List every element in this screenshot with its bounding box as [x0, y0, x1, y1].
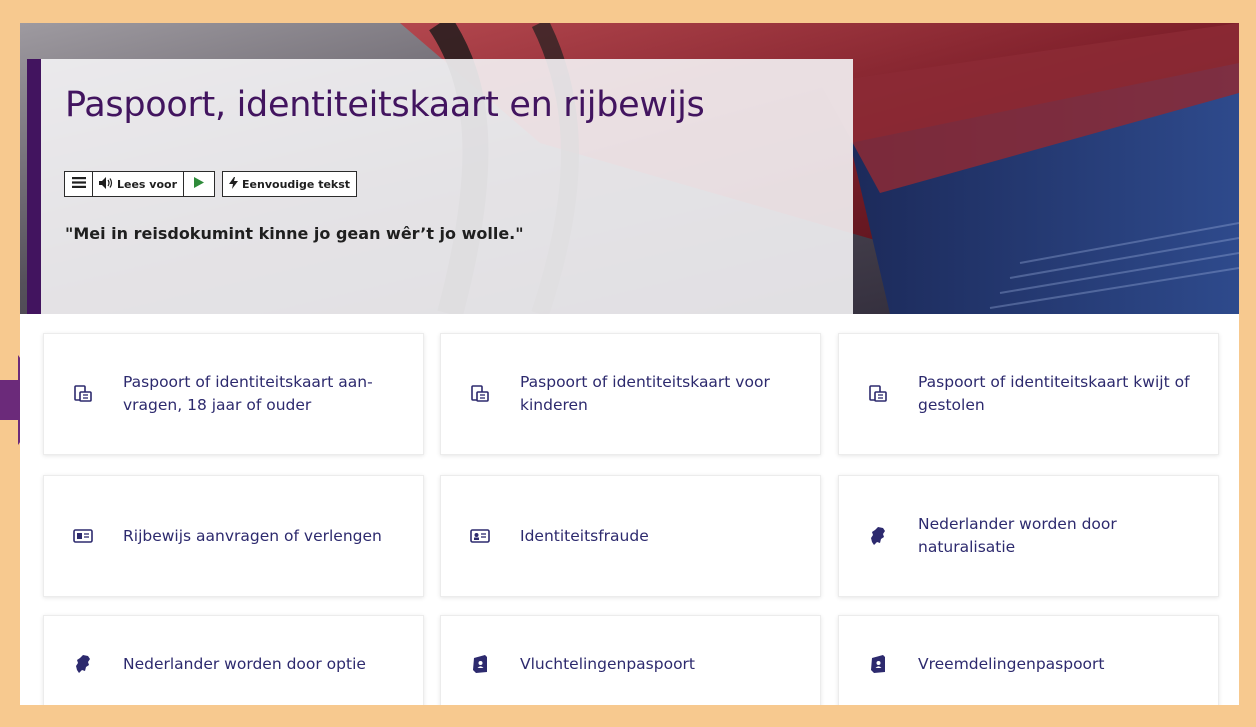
passport-book-icon	[868, 654, 888, 674]
passport-id-icon	[868, 384, 888, 404]
tile-label: Identiteitsfraude	[520, 526, 649, 545]
tile-label: Rijbewijs aanvragen of verlengen	[123, 526, 382, 545]
simple-text-label: Eenvoudige tekst	[242, 177, 351, 191]
tile-label: Nederlander worden door naturalisatie	[918, 515, 1117, 556]
tile-label: Paspoort of identiteitskaart voor kinder…	[520, 373, 770, 414]
readspeaker-toolbar: Lees voor Eenvoudige tekst	[64, 171, 358, 197]
tile-refugee-passport[interactable]: Vluchtelingenpaspoort	[440, 615, 821, 705]
frisian-quote: "Mei in reisdokumint kinne jo gean wêr’t…	[65, 224, 524, 243]
tile-identity-fraud[interactable]: Identiteitsfraude	[440, 475, 821, 597]
hamburger-icon	[71, 177, 86, 191]
read-aloud-button[interactable]: Lees voor	[93, 172, 185, 196]
tile-label: Paspoort of identiteitskaart aan-vragen,…	[123, 373, 373, 414]
page-frame: Paspoort, identiteitskaart en rijbewijs …	[20, 23, 1239, 705]
tile-label: Vreemdelingenpaspoort	[918, 654, 1105, 673]
simple-text-group: Eenvoudige tekst	[222, 171, 358, 197]
passport-id-icon	[73, 384, 93, 404]
tile-label: Nederlander worden door optie	[123, 654, 366, 673]
id-card-icon	[470, 526, 490, 546]
page-title: Paspoort, identiteitskaart en rijbewijs	[65, 85, 705, 125]
tile-passport-id-lost[interactable]: Paspoort of identiteitskaart kwijt of ge…	[838, 333, 1219, 455]
menu-button[interactable]	[65, 172, 93, 196]
tile-driving-license[interactable]: Rijbewijs aanvragen of verlengen	[43, 475, 424, 597]
simple-text-button[interactable]: Eenvoudige tekst	[223, 172, 356, 196]
driving-license-icon	[73, 526, 93, 546]
play-button[interactable]	[184, 172, 214, 196]
passport-id-icon	[470, 384, 490, 404]
tile-foreigner-passport[interactable]: Vreemdelingenpaspoort	[838, 615, 1219, 705]
netherlands-map-icon	[73, 654, 93, 674]
netherlands-map-icon	[868, 526, 888, 546]
read-aloud-label: Lees voor	[117, 177, 178, 191]
tile-naturalisation[interactable]: Nederlander worden door naturalisatie	[838, 475, 1219, 597]
tile-label: Vluchtelingenpaspoort	[520, 654, 695, 673]
tile-option[interactable]: Nederlander worden door optie	[43, 615, 424, 705]
play-icon	[194, 177, 205, 191]
speaker-icon	[99, 176, 113, 192]
passport-book-icon	[470, 654, 490, 674]
tile-label: Paspoort of identiteitskaart kwijt of ge…	[918, 373, 1190, 414]
hero-banner: Paspoort, identiteitskaart en rijbewijs …	[20, 23, 1239, 314]
tile-passport-id-children[interactable]: Paspoort of identiteitskaart voor kinder…	[440, 333, 821, 455]
lightning-icon	[229, 176, 239, 192]
tile-passport-id-adult[interactable]: Paspoort of identiteitskaart aan-vragen,…	[43, 333, 424, 455]
read-aloud-group: Lees voor	[64, 171, 216, 197]
